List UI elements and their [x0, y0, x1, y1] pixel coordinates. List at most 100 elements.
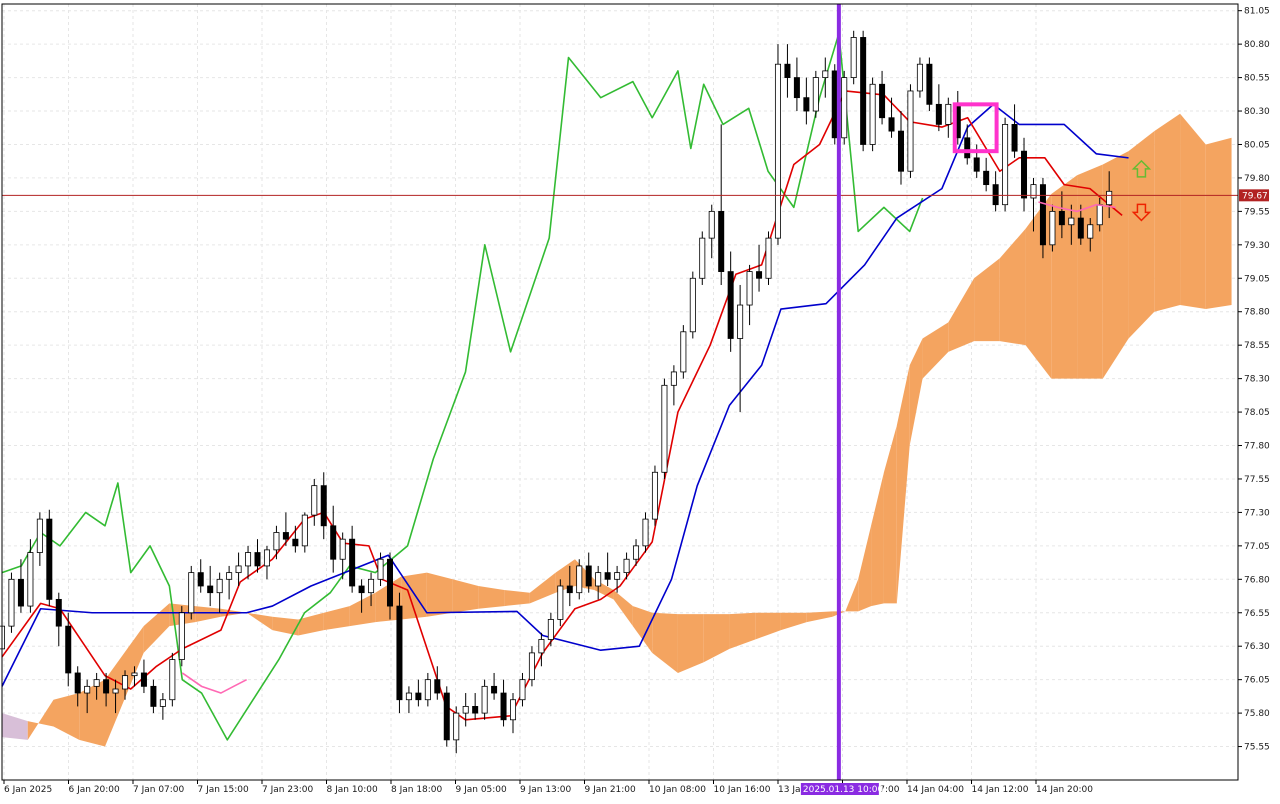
candle-bear: [897, 130, 904, 172]
candle-bull: [178, 612, 185, 660]
cloud-segment-bull: [1205, 137, 1232, 310]
candle-bear: [793, 77, 800, 99]
cloud-segment-bull: [478, 586, 505, 609]
candle-bear: [254, 552, 261, 567]
candle-bear: [1077, 217, 1084, 239]
cloud-segment-bull: [896, 365, 910, 604]
cloud-segment-bull: [1180, 113, 1206, 310]
candle-bull: [36, 518, 43, 553]
y-tick-label: 76.80: [1244, 575, 1270, 585]
candle-bull: [633, 545, 640, 560]
candle-bull: [368, 578, 375, 594]
candle-bull: [311, 485, 318, 516]
x-tick-label: 7 Jan 15:00: [198, 785, 250, 795]
candle-bull: [169, 659, 176, 701]
ichimoku-chart[interactable]: 81.05 80.80 80.55 80.30 80.05 79.80 79.55 79.30…: [0, 0, 1280, 800]
candle-bull: [235, 565, 242, 574]
y-tick-label: 76.05: [1244, 676, 1270, 686]
candle-bull: [869, 83, 876, 145]
cloud-segment-bull: [195, 606, 221, 623]
cloud-segment-bull: [246, 612, 273, 631]
axes: 81.05 80.80 80.55 80.30 80.05 79.80 79.55 79.30…: [1, 3, 1270, 795]
cloud-segment-bull: [922, 322, 949, 379]
y-tick-label: 79.05: [1244, 274, 1270, 284]
current-price-tag: 79.67: [1239, 189, 1269, 202]
overlays: [2, 4, 1238, 780]
candle-bull: [538, 639, 545, 654]
candle-bull: [689, 277, 696, 333]
candle-bull: [907, 90, 914, 172]
candle-bull: [84, 685, 91, 694]
y-tick-label: 81.05: [1244, 7, 1270, 17]
candle-bull: [680, 331, 687, 373]
candle-bear: [1039, 184, 1046, 246]
candle-bear: [727, 271, 734, 339]
candles: [0, 30, 1113, 754]
candle-bull: [377, 558, 384, 580]
kumo-cloud: [2, 113, 1232, 747]
candle-bull: [595, 572, 602, 587]
y-tick-label: 80.05: [1244, 140, 1270, 150]
candle-bear: [386, 558, 393, 607]
y-tick-label: 79.80: [1244, 174, 1270, 184]
candle-bull: [651, 471, 658, 520]
cloud-segment-bull: [452, 579, 479, 613]
candle-bear: [472, 706, 479, 714]
candle-bear: [150, 685, 157, 707]
candle-bear: [415, 692, 422, 701]
candle-bull: [122, 675, 129, 690]
cloud-segment-bull: [53, 693, 80, 740]
candle-bull: [462, 706, 469, 714]
cloud-segment-bull: [806, 611, 833, 623]
candle-bear: [860, 37, 867, 145]
candle-bull: [614, 572, 621, 580]
x-tick-label: 7 Jan 07:00: [133, 785, 185, 795]
candle-bull: [916, 63, 923, 92]
indicator-lines: [1, 32, 1129, 741]
x-tick-label: 8 Jan 18:00: [391, 785, 443, 795]
candle-bull: [1068, 217, 1075, 226]
y-tick-label: 78.80: [1244, 308, 1270, 318]
candle-bull: [1087, 224, 1094, 239]
y-tick-label: 75.80: [1244, 709, 1270, 719]
cloud-segment-bull: [143, 603, 170, 653]
x-tick-label: 14 Jan 12:00: [972, 785, 1029, 795]
candle-bear: [718, 210, 725, 272]
candle-bull: [774, 63, 781, 239]
candle-bear: [358, 585, 365, 594]
y-tick-label: 78.30: [1244, 375, 1270, 385]
cloud-segment-bull: [529, 572, 556, 604]
x-tick-label: 14 Jan 04:00: [907, 785, 964, 795]
cloud-segment-bull: [999, 228, 1026, 346]
cloud-segment-bull: [1051, 175, 1078, 379]
candle-bull: [519, 679, 526, 701]
candle-bull: [1030, 184, 1037, 199]
candle-bear: [491, 685, 498, 694]
y-tick-label: 76.55: [1244, 609, 1270, 619]
cloud-segment-bull: [1128, 131, 1155, 339]
y-tick-label: 76.30: [1244, 642, 1270, 652]
candle-bear: [973, 157, 980, 172]
x-tick-label: 6 Jan 2025: [4, 785, 52, 795]
y-tick-label: 78.55: [1244, 341, 1270, 351]
candle-bull: [510, 699, 517, 721]
candle-bear: [396, 605, 403, 701]
candle-bull: [1106, 190, 1113, 206]
candle-bull: [93, 679, 100, 687]
x-tick-label: 10 Jan 16:00: [714, 785, 771, 795]
current-price-label: 79.67: [1242, 191, 1268, 201]
candle-bear: [103, 679, 110, 694]
pink-signal-line: [181, 672, 247, 694]
cloud-segment-bull: [780, 612, 807, 631]
cloud-segment-bull: [1025, 193, 1052, 379]
x-tick-label: 7 Jan 23:00: [262, 785, 314, 795]
candle-bear: [282, 532, 289, 540]
candle-bull: [945, 103, 952, 125]
candle-bull: [557, 585, 564, 620]
chart-canvas[interactable]: 81.05 80.80 80.55 80.30 80.05 79.80 79.55 79.30…: [0, 0, 1280, 800]
grid-layer: [2, 4, 1238, 780]
candle-bear: [330, 525, 337, 560]
cloud-segment-bull: [652, 612, 678, 673]
candle-bear: [434, 679, 441, 694]
candle-bear: [443, 692, 450, 741]
